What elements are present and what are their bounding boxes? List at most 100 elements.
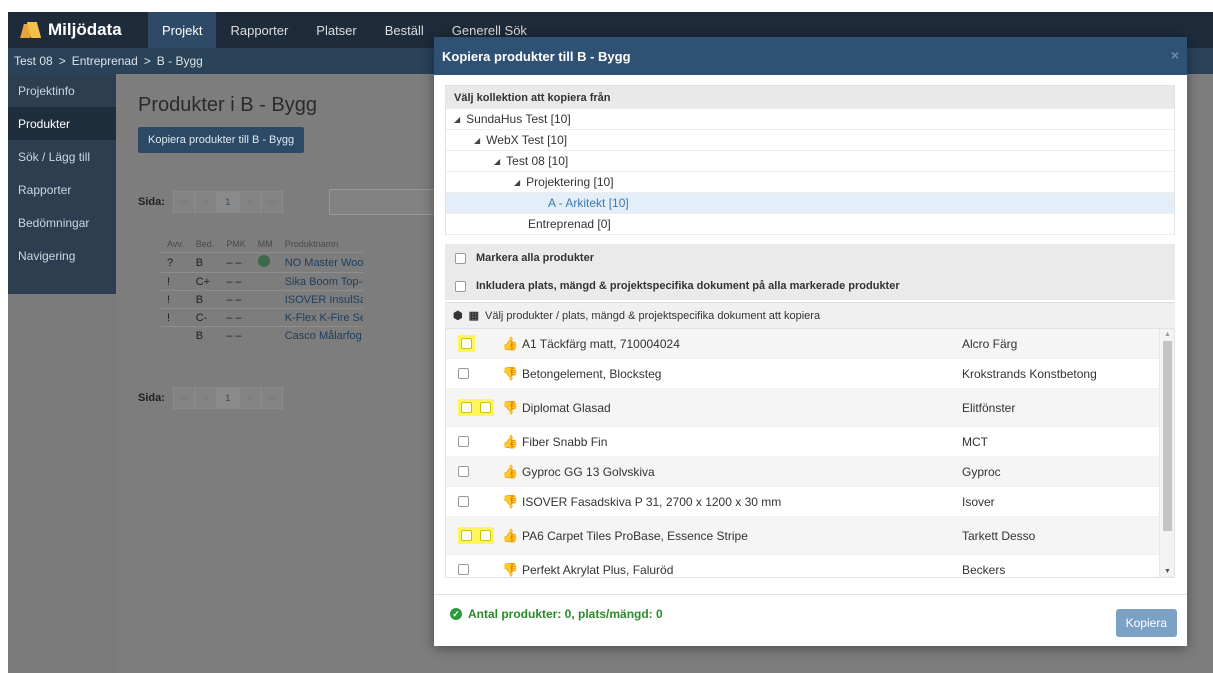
- list-scrollbar[interactable]: ▲ ▼: [1159, 329, 1174, 577]
- list-item[interactable]: 👍 Fiber Snabb Fin MCT: [446, 427, 1174, 457]
- tree-node-test08[interactable]: ◢ Test 08 [10]: [446, 151, 1174, 172]
- product-checkbox[interactable]: [461, 338, 472, 349]
- expand-triangle-icon[interactable]: ◢: [494, 157, 500, 166]
- copy-products-button[interactable]: Kopiera produkter till B - Bygg: [138, 127, 305, 153]
- product-name-link[interactable]: NO Master Wood F: [278, 252, 363, 273]
- sidebar-item-navigering[interactable]: Navigering: [8, 239, 116, 272]
- list-item[interactable]: 👎 Diplomat Glasad Elitfönster: [446, 389, 1174, 427]
- col-pmk[interactable]: PMK: [220, 236, 252, 253]
- tree-node-entreprenad[interactable]: Entreprenad [0]: [446, 214, 1174, 235]
- nav-projekt[interactable]: Projekt: [148, 12, 217, 48]
- pager-first[interactable]: ««: [172, 191, 195, 213]
- nav-bestall[interactable]: Beställ: [371, 12, 438, 48]
- bed-value: C+: [189, 272, 221, 291]
- brand[interactable]: Miljödata: [8, 12, 148, 48]
- sidebar-item-rapporter[interactable]: Rapporter: [8, 173, 116, 206]
- mark-all-option[interactable]: Markera alla produkter: [445, 244, 1175, 272]
- tree-node-projektering[interactable]: ◢ Projektering [10]: [446, 172, 1174, 193]
- table-row[interactable]: ? B – – NO Master Wood F: [161, 252, 363, 273]
- tree-node-count: [10]: [550, 112, 571, 126]
- nav-platser[interactable]: Platser: [302, 12, 370, 48]
- cube-icon: ⬢: [453, 310, 463, 322]
- list-item[interactable]: 👍 Gyproc GG 13 Golvskiva Gyproc: [446, 457, 1174, 487]
- tree-node-webx[interactable]: ◢ WebX Test [10]: [446, 130, 1174, 151]
- product-checkbox[interactable]: [461, 530, 472, 541]
- kopiera-button[interactable]: Kopiera: [1115, 609, 1177, 637]
- pager-last[interactable]: »»: [260, 387, 283, 409]
- search-input[interactable]: [329, 189, 439, 215]
- product-name-link[interactable]: ISOVER InsulSafe®: [278, 290, 363, 309]
- close-icon[interactable]: ×: [1171, 47, 1179, 63]
- product-checkbox[interactable]: [458, 564, 469, 575]
- list-item[interactable]: 👎 ISOVER Fasadskiva P 31, 2700 x 1200 x …: [446, 487, 1174, 517]
- col-mm[interactable]: MM: [252, 236, 279, 253]
- tree-node-arkitekt[interactable]: A - Arkitekt [10]: [446, 193, 1174, 214]
- sidebar-item-produkter[interactable]: Produkter: [8, 107, 116, 140]
- table-row[interactable]: ! C+ – – Sika Boom Top-G, S: [161, 272, 363, 291]
- thumbs-up-icon: 👍: [502, 463, 519, 479]
- product-checkbox[interactable]: [458, 436, 469, 447]
- breadcrumb-bygg[interactable]: B - Bygg: [157, 54, 203, 68]
- nav-rapporter[interactable]: Rapporter: [216, 12, 302, 48]
- sidebar-item-projektinfo[interactable]: Projektinfo: [8, 74, 116, 107]
- miljodata-logo-icon: [20, 20, 40, 40]
- table-row[interactable]: ! C- – – K-Flex K-Fire Sealai: [161, 308, 363, 327]
- product-checkbox[interactable]: [458, 466, 469, 477]
- place-checkbox[interactable]: [480, 530, 491, 541]
- expand-triangle-icon[interactable]: ◢: [474, 136, 480, 145]
- include-option[interactable]: Inkludera plats, mängd & projektspecifik…: [445, 272, 1175, 300]
- pager-last[interactable]: »»: [260, 191, 283, 213]
- product-name-link[interactable]: Sika Boom Top-G, S: [278, 272, 363, 291]
- tree-node-label: A - Arkitekt: [548, 196, 606, 210]
- product-checkbox[interactable]: [458, 496, 469, 507]
- col-bed[interactable]: Bed.: [190, 236, 221, 253]
- pager-label: Sida:: [138, 196, 165, 208]
- thumbs-down-icon: 👎: [502, 493, 519, 509]
- tree-node-sundahus[interactable]: ◢ SundaHus Test [10]: [446, 109, 1174, 130]
- pager-page-1[interactable]: 1: [216, 191, 239, 213]
- list-item[interactable]: 👎 Betongelement, Blocksteg Krokstrands K…: [446, 359, 1174, 389]
- list-item[interactable]: 👍 A1 Täckfärg matt, 710004024 Alcro Färg: [446, 329, 1174, 359]
- pager-first[interactable]: ««: [172, 387, 195, 409]
- bed-value: B: [189, 326, 221, 345]
- list-item[interactable]: 👍 PA6 Carpet Tiles ProBase, Essence Stri…: [446, 517, 1174, 555]
- breadcrumb-entreprenad[interactable]: Entreprenad: [72, 54, 138, 68]
- product-maker: Krokstrands Konstbetong: [962, 366, 1097, 381]
- mm-cell: [251, 290, 279, 309]
- table-row[interactable]: B – – Casco Målarfog 39.: [161, 326, 363, 345]
- product-name-link[interactable]: K-Flex K-Fire Sealai: [278, 308, 363, 327]
- bed-value: B: [189, 290, 221, 309]
- include-checkbox[interactable]: [455, 280, 466, 292]
- thumbs-down-icon: 👎: [502, 399, 519, 415]
- scroll-down-icon[interactable]: ▼: [1164, 568, 1171, 575]
- table-header-row: Avv. Bed. PMK MM Produktnamn: [161, 236, 363, 253]
- expand-triangle-icon[interactable]: ◢: [514, 178, 520, 187]
- pager-label: Sida:: [138, 392, 165, 404]
- breadcrumb-test08[interactable]: Test 08: [14, 54, 53, 68]
- pager-page-1[interactable]: 1: [216, 387, 239, 409]
- product-name: ISOVER Fasadskiva P 31, 2700 x 1200 x 30…: [522, 494, 782, 509]
- pager-next[interactable]: »: [238, 191, 261, 213]
- list-item[interactable]: 👎 Perfekt Akrylat Plus, Faluröd Beckers: [446, 555, 1174, 577]
- place-checkbox[interactable]: [480, 402, 491, 413]
- breadcrumb-sep-2: >: [143, 54, 151, 68]
- sidebar-item-bedomningar[interactable]: Bedömningar: [8, 206, 116, 239]
- product-checkbox[interactable]: [458, 368, 469, 379]
- table-row[interactable]: ! B – – ISOVER InsulSafe®: [161, 290, 363, 309]
- breadcrumb-sep-1: >: [58, 54, 66, 68]
- mark-all-checkbox[interactable]: [455, 252, 466, 264]
- scroll-up-icon[interactable]: ▲: [1164, 331, 1171, 338]
- col-avv[interactable]: Avv.: [161, 236, 190, 253]
- col-produktnamn[interactable]: Produktnamn: [279, 236, 363, 253]
- pager-prev[interactable]: «: [194, 387, 217, 409]
- product-name-link[interactable]: Casco Målarfog 39.: [278, 326, 363, 345]
- scrollbar-thumb[interactable]: [1163, 341, 1172, 531]
- product-checkbox[interactable]: [461, 402, 472, 413]
- tree-node-label: Entreprenad: [528, 217, 595, 231]
- mm-cell: [251, 326, 279, 345]
- pager-prev[interactable]: «: [194, 191, 217, 213]
- product-name: Gyproc GG 13 Golvskiva: [522, 464, 655, 479]
- pager-next[interactable]: »: [238, 387, 261, 409]
- expand-triangle-icon[interactable]: ◢: [454, 115, 460, 124]
- sidebar-item-sok[interactable]: Sök / Lägg till: [8, 140, 116, 173]
